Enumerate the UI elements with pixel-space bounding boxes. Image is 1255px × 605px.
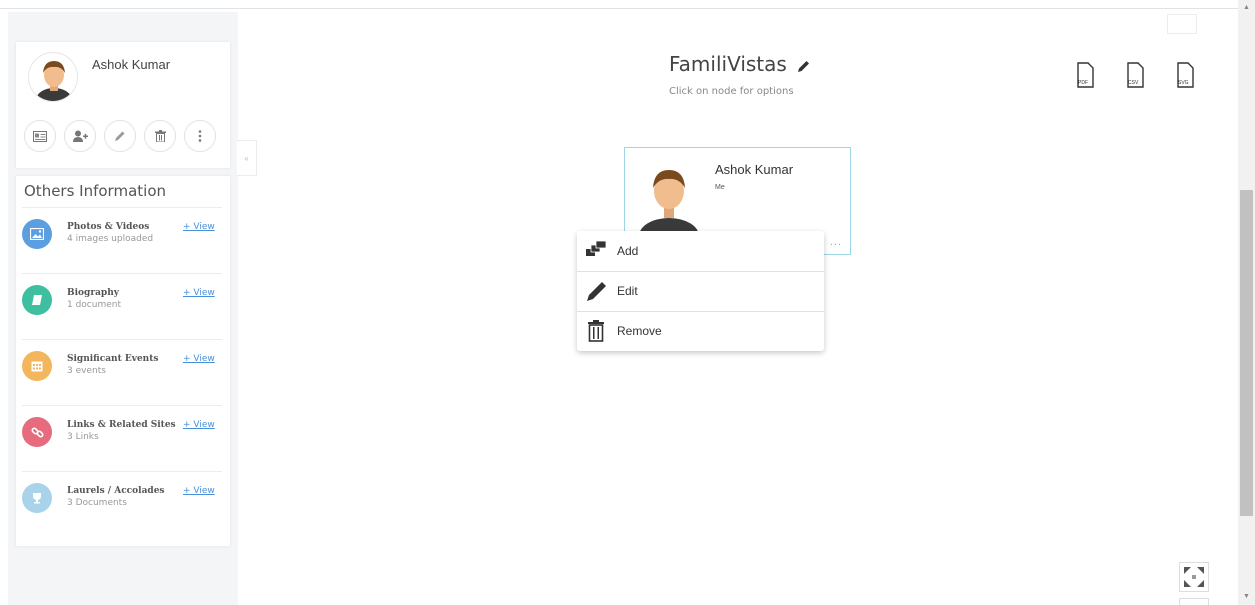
link-icon xyxy=(30,426,44,438)
profile-name: Ashok Kumar xyxy=(92,57,171,72)
contact-card-button[interactable] xyxy=(24,120,56,152)
csv-file-icon: CSV xyxy=(1127,62,1144,88)
info-item-title: Links & Related Sites xyxy=(67,420,176,430)
add-node-icon xyxy=(586,240,607,256)
more-vertical-icon xyxy=(198,130,202,142)
node-relation: Me xyxy=(715,184,725,191)
add-person-icon xyxy=(72,130,88,142)
profile-card: Ashok Kumar xyxy=(16,42,230,168)
menu-item-add[interactable]: Add xyxy=(577,231,824,271)
export-svg-label: SVG xyxy=(1178,80,1189,86)
info-item-subtitle: 3 Links xyxy=(67,432,99,442)
scroll-up-icon[interactable]: ▲ xyxy=(1243,4,1250,11)
add-person-button[interactable] xyxy=(64,120,96,152)
image-icon xyxy=(30,228,44,240)
contact-card-icon xyxy=(33,130,47,142)
export-svg-button[interactable]: SVG xyxy=(1174,62,1196,88)
node-avatar xyxy=(639,158,699,238)
node-more-button[interactable]: ... xyxy=(830,236,842,248)
zoom-button[interactable] xyxy=(1179,598,1209,605)
info-item-subtitle: 3 Documents xyxy=(67,498,127,508)
trophy-icon xyxy=(33,493,41,504)
vertical-scrollbar[interactable]: ▲ ▼ xyxy=(1238,0,1255,605)
events-icon-circle xyxy=(22,351,52,381)
page-title: FamiliVistas xyxy=(669,52,811,76)
trash-icon xyxy=(588,320,604,342)
export-csv-label: CSV xyxy=(1128,80,1139,86)
view-links-link[interactable]: + View xyxy=(183,420,215,430)
view-photos-link[interactable]: + View xyxy=(183,222,215,232)
profile-actions xyxy=(24,120,224,154)
others-information-title: Others Information xyxy=(24,182,167,200)
info-item-laurels: Laurels / Accolades 3 Documents + View xyxy=(22,472,222,538)
more-options-button[interactable] xyxy=(184,120,216,152)
links-icon-circle xyxy=(22,417,52,447)
fit-screen-button[interactable] xyxy=(1179,562,1209,592)
info-item-title: Laurels / Accolades xyxy=(67,486,165,496)
info-item-subtitle: 3 events xyxy=(67,366,106,376)
top-divider xyxy=(0,8,1238,9)
menu-item-edit[interactable]: Edit xyxy=(577,271,824,311)
scroll-thumb[interactable] xyxy=(1240,190,1253,516)
info-item-title: Photos & Videos xyxy=(67,222,150,232)
view-biography-link[interactable]: + View xyxy=(183,288,215,298)
info-item-biography: Biography 1 document + View xyxy=(22,274,222,340)
node-context-menu: Add Edit Remove xyxy=(577,231,824,351)
view-laurels-link[interactable]: + View xyxy=(183,486,215,496)
info-item-photos: Photos & Videos 4 images uploaded + View xyxy=(22,208,222,274)
page-subtitle: Click on node for options xyxy=(669,86,794,97)
info-item-title: Significant Events xyxy=(67,354,159,364)
export-csv-button[interactable]: CSV xyxy=(1124,62,1146,88)
book-icon xyxy=(32,295,42,305)
node-name: Ashok Kumar xyxy=(715,162,794,177)
photos-icon-circle xyxy=(22,219,52,249)
menu-item-remove[interactable]: Remove xyxy=(577,311,824,351)
laurels-icon-circle xyxy=(22,483,52,513)
pencil-icon xyxy=(587,282,606,301)
menu-item-label: Remove xyxy=(617,324,662,338)
app-root: Ashok Kumar Others Information Photos & … xyxy=(0,0,1255,605)
info-item-title: Biography xyxy=(67,288,119,298)
info-item-subtitle: 1 document xyxy=(67,300,121,310)
info-item-subtitle: 4 images uploaded xyxy=(67,234,154,244)
top-right-control[interactable] xyxy=(1167,14,1197,34)
delete-profile-button[interactable] xyxy=(144,120,176,152)
edit-profile-button[interactable] xyxy=(104,120,136,152)
export-pdf-button[interactable]: PDF xyxy=(1074,62,1096,88)
edit-title-icon[interactable] xyxy=(797,59,811,73)
info-item-links: Links & Related Sites 3 Links + View xyxy=(22,406,222,472)
app-title: FamiliVistas xyxy=(669,52,787,76)
menu-item-label: Edit xyxy=(617,284,638,298)
svg-file-icon: SVG xyxy=(1177,62,1194,88)
trash-icon xyxy=(154,130,166,142)
pdf-file-icon: PDF xyxy=(1077,62,1094,88)
info-item-events: Significant Events 3 events + View xyxy=(22,340,222,406)
chevron-left-icon: « xyxy=(244,153,249,163)
calendar-icon xyxy=(31,361,43,372)
view-events-link[interactable]: + View xyxy=(183,354,215,364)
scroll-down-icon[interactable]: ▼ xyxy=(1243,593,1250,600)
pencil-icon xyxy=(115,131,125,141)
biography-icon-circle xyxy=(22,285,52,315)
collapse-sidebar-button[interactable]: « xyxy=(237,140,257,176)
avatar[interactable] xyxy=(28,52,78,102)
export-pdf-label: PDF xyxy=(1078,80,1088,86)
menu-item-label: Add xyxy=(617,244,639,258)
expand-icon xyxy=(1184,567,1204,587)
others-information-panel: Others Information Photos & Videos 4 ima… xyxy=(16,176,230,546)
